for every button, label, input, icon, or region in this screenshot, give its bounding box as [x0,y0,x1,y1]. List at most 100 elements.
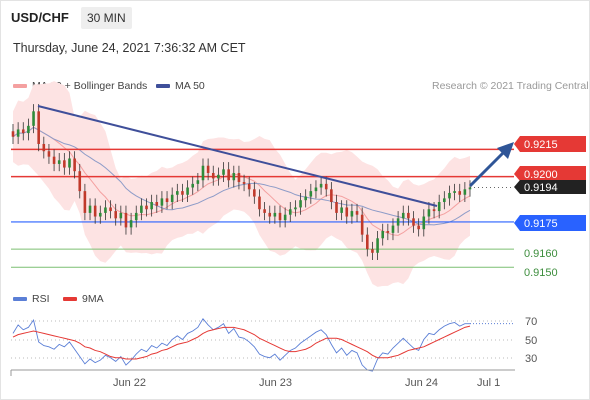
candle-body [145,205,148,210]
candle-body [68,158,71,168]
candle-body [273,212,277,217]
candle-body [263,209,266,213]
candle-body [268,212,272,217]
candle-body [119,212,123,219]
candle-body [42,143,46,152]
candle-body [27,125,30,134]
x-tick-jun24: Jun 24 [405,377,438,389]
bollinger-bands [13,81,470,287]
candle-body [181,191,184,195]
candle-body [124,212,128,228]
candle-body [427,209,431,217]
candle-body [448,192,451,199]
label-9160: 0.9160 [524,248,558,260]
candle-body [165,198,169,203]
candle-body [294,207,297,210]
candle-body [237,172,241,183]
candle-body [278,212,282,221]
candle-body [242,182,246,184]
candle-body [309,191,313,197]
rsi-tick-70: 70 [525,316,537,328]
candle-body [360,214,364,235]
projection-arrow-icon [468,142,514,188]
candle-body [253,189,256,197]
rsi-ma9-line [12,325,471,360]
candle-body [47,151,51,157]
candle-body [463,189,467,195]
candle-body [37,111,40,144]
candle-body [83,191,87,213]
candle-body [468,187,472,190]
candle-body [211,172,215,179]
candle-body [324,183,328,190]
candle-body [417,225,420,230]
candle-body [453,191,456,193]
label-9200: 0.9200 [514,166,586,181]
candle-body [299,200,302,208]
candle-body [129,220,133,228]
candle-body [386,231,390,233]
candle-body [196,180,200,184]
rsi-tick-30: 30 [525,353,537,365]
rsi-lines [12,318,515,372]
candle-body [288,209,292,215]
candle-body [232,172,236,181]
candle-body [114,211,117,219]
candle-body [217,174,220,179]
candle-body [191,183,195,188]
label-9194: 0.9194 [514,180,586,194]
candle-body [88,205,92,213]
candle-body [21,129,25,134]
candle-body [355,211,359,215]
label-9175: 0.9175 [514,215,586,231]
candle-body [160,198,164,206]
candle-body [407,212,410,219]
label-9175-text: 0.9175 [524,218,558,230]
label-9194-text: 0.9194 [524,182,558,194]
candle-body [258,196,261,210]
candle-body [186,187,189,195]
candle-body [206,165,210,173]
candle-body [350,211,354,217]
x-tick-jun23: Jun 23 [259,377,292,389]
candle-body [381,231,385,239]
candle-body [93,205,97,217]
candle-body [222,169,225,175]
label-9215-text: 0.9215 [524,139,558,151]
candle-body [73,158,76,172]
candle-body [304,196,307,201]
candle-body [391,225,395,233]
candle-body [109,207,112,212]
candle-body [78,171,82,192]
candle-body [11,131,15,137]
candle-body [314,187,318,192]
candle-body [396,218,400,226]
candle-body [150,202,153,210]
candle-body [52,156,56,164]
candle-body [57,160,61,164]
candle-body [63,160,66,168]
candle-body [176,191,179,195]
candle-body [366,234,369,250]
candle-body [319,183,323,188]
candle-body [422,216,426,230]
candle-body [134,212,138,221]
label-9215: 0.9215 [514,136,586,152]
candle-body [32,111,35,126]
candle-body [376,238,379,253]
candle-body [443,198,446,203]
candle-body [155,202,159,206]
x-tick-jun22: Jun 22 [113,377,146,389]
candle-body [401,212,405,219]
candle-body [98,212,102,217]
price-chart: 0.9215 0.9200 0.9194 0.9175 0.9160 0.915… [10,81,586,389]
candle-body [437,202,441,212]
candle-body [330,189,333,203]
label-9150: 0.9150 [524,267,558,279]
candle-body [201,165,205,181]
candle-body [283,214,287,221]
candle-body [458,191,462,195]
x-tick-jul1: Jul 1 [477,377,500,389]
candle-body [412,218,415,226]
rsi-tick-50: 50 [525,335,537,347]
